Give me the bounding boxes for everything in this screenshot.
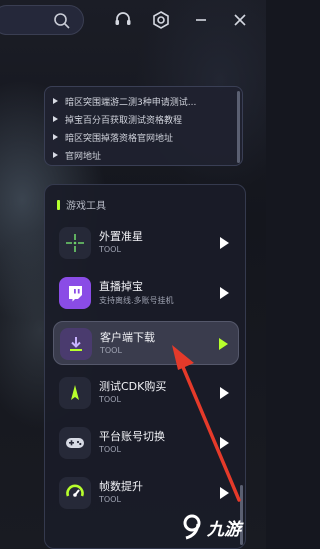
news-item[interactable]: 掉宝百分百获取测试资格教程 xyxy=(53,110,233,128)
tool-item-cdk-purchase[interactable]: 测试CDK购买 TOOL xyxy=(53,371,239,415)
game-tools-panel: 游戏工具 外置准星 TOOL 直播掉宝 支持离线.多账号挂机 客户端下载 TOO… xyxy=(44,184,246,549)
download-icon xyxy=(60,328,92,360)
tool-item-crosshair[interactable]: 外置准星 TOOL xyxy=(53,221,239,265)
heading-accent-bar xyxy=(57,199,60,210)
bullet-icon xyxy=(53,116,58,122)
minus-icon[interactable] xyxy=(190,9,212,31)
tool-item-client-download[interactable]: 客户端下载 TOOL xyxy=(53,321,239,365)
gear-icon[interactable] xyxy=(150,9,172,31)
bullet-icon xyxy=(53,152,58,158)
news-item-label: 掉宝百分百获取测试资格教程 xyxy=(65,115,183,126)
tool-title: 平台账号切换 xyxy=(99,430,165,443)
news-item[interactable]: 暗区突围掉落资格官网地址 xyxy=(53,128,233,146)
bullet-icon xyxy=(53,134,58,140)
play-icon[interactable] xyxy=(219,338,228,350)
news-item[interactable]: 暗区突围端游二测3种申请测试... xyxy=(53,92,233,110)
tool-subtitle: TOOL xyxy=(99,445,121,454)
news-item-label: 官网地址 xyxy=(65,151,102,162)
tag-icon xyxy=(59,377,91,409)
news-panel: 暗区突围端游二测3种申请测试... 掉宝百分百获取测试资格教程 暗区突围掉落资格… xyxy=(44,86,243,166)
tool-subtitle: TOOL xyxy=(100,346,122,355)
play-icon[interactable] xyxy=(220,487,229,499)
speed-icon xyxy=(59,477,91,509)
tools-heading-label: 游戏工具 xyxy=(66,201,106,212)
bullet-icon xyxy=(53,98,58,104)
news-scrollbar[interactable] xyxy=(237,91,240,163)
tool-subtitle: TOOL xyxy=(99,245,121,254)
title-bar xyxy=(0,0,266,40)
play-icon[interactable] xyxy=(220,387,229,399)
news-item-label: 暗区突围掉落资格官网地址 xyxy=(65,133,174,144)
tool-subtitle: 支持离线.多账号挂机 xyxy=(99,296,174,305)
play-icon[interactable] xyxy=(220,237,229,249)
tool-title: 帧数提升 xyxy=(99,480,143,493)
crosshair-icon xyxy=(59,227,91,259)
play-icon[interactable] xyxy=(220,437,229,449)
headset-icon[interactable] xyxy=(112,9,134,31)
gamepad-icon xyxy=(59,427,91,459)
search-icon[interactable] xyxy=(53,12,71,30)
watermark-logo: 九游 xyxy=(180,508,266,546)
play-icon[interactable] xyxy=(220,287,229,299)
tool-title: 直播掉宝 xyxy=(99,280,143,293)
news-item[interactable]: 官网地址 xyxy=(53,146,233,164)
watermark-text: 九游 xyxy=(207,519,241,540)
tool-subtitle: TOOL xyxy=(99,495,121,504)
news-item-label: 暗区突围端游二测3种申请测试... xyxy=(65,97,197,108)
tools-heading: 游戏工具 xyxy=(57,197,106,212)
search-box[interactable] xyxy=(0,5,84,35)
tool-title: 客户端下载 xyxy=(100,331,155,344)
tool-title: 测试CDK购买 xyxy=(99,380,167,393)
tool-item-account-switch[interactable]: 平台账号切换 TOOL xyxy=(53,421,239,465)
close-icon[interactable] xyxy=(229,9,251,31)
tool-subtitle: TOOL xyxy=(99,395,121,404)
nine-game-logo-icon xyxy=(183,514,201,540)
tool-title: 外置准星 xyxy=(99,230,143,243)
tool-item-twitch-drops[interactable]: 直播掉宝 支持离线.多账号挂机 xyxy=(53,271,239,315)
twitch-icon xyxy=(59,277,91,309)
